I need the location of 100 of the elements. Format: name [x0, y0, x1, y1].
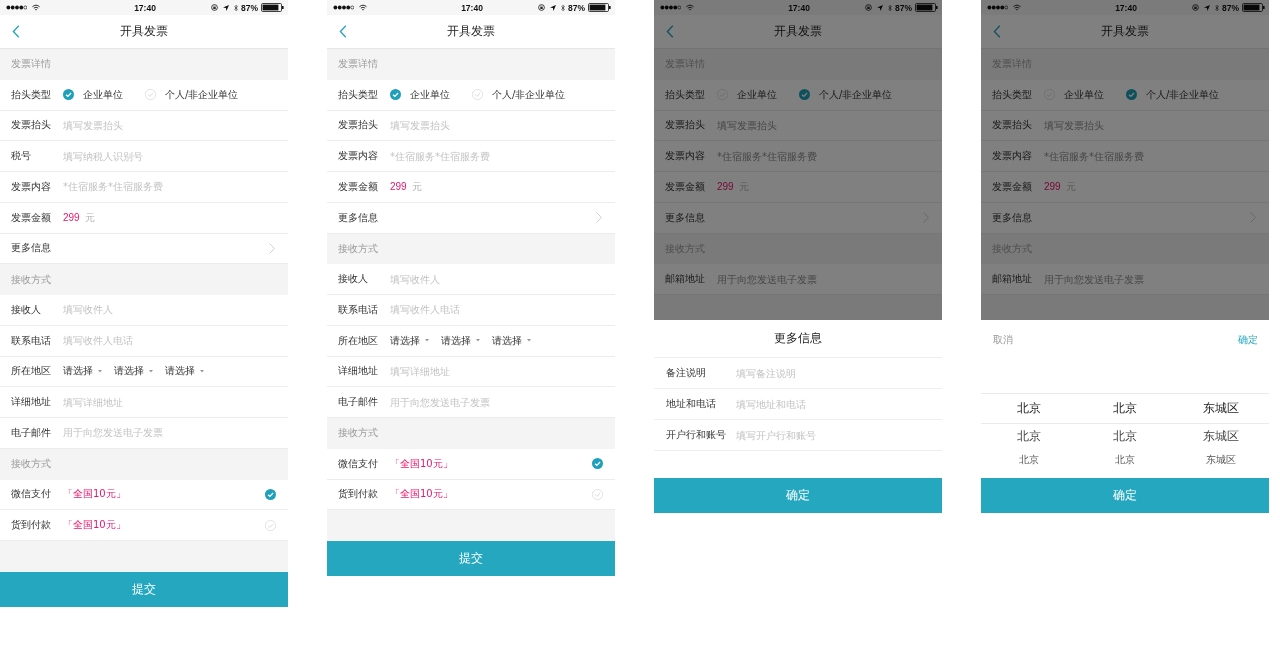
status-time: 17:40 — [461, 2, 483, 13]
field-label: 邮箱地址 — [992, 272, 1033, 287]
radio-option[interactable]: 企业单位 — [390, 87, 450, 102]
bluetooth-icon — [888, 3, 892, 12]
shipping-fee: 「全国10元」 — [390, 487, 453, 502]
section-header: 发票详情 — [327, 49, 615, 80]
rotation-lock-icon — [538, 4, 545, 11]
status-time: 17:40 — [1115, 2, 1137, 13]
dropdown[interactable]: 请选择 — [492, 333, 531, 348]
battery-percent: 87% — [1222, 2, 1239, 13]
picker-option[interactable]: 北京 — [1115, 453, 1135, 467]
page-title: 开具发票 — [120, 23, 168, 40]
signal-icon — [987, 5, 1008, 10]
field-label: 接收人 — [338, 272, 369, 287]
radio-option[interactable]: 个人/非企业单位 — [1126, 87, 1220, 102]
shipping-fee: 「全国10元」 — [390, 456, 453, 471]
field-label: 税号 — [11, 149, 32, 164]
dropdown[interactable]: 请选择 — [390, 333, 429, 348]
amount-value: 299 — [390, 181, 407, 193]
field-label: 微信支付 — [338, 456, 379, 471]
check-circle-icon[interactable] — [265, 519, 276, 531]
field-label: 发票金额 — [992, 179, 1033, 194]
back-icon[interactable] — [339, 25, 347, 38]
picker-option[interactable]: 东城区 — [1206, 453, 1236, 467]
signal-icon — [333, 5, 354, 10]
field-label: 发票金额 — [11, 210, 52, 225]
rotation-lock-icon — [1192, 4, 1199, 11]
field-label: 地址和电话 — [666, 397, 717, 411]
field-label: 所在地区 — [11, 364, 52, 379]
field-label: 货到付款 — [338, 487, 379, 502]
battery-icon — [1242, 3, 1265, 12]
chevron-right-icon[interactable] — [923, 212, 929, 224]
picker-option[interactable]: 东城区 — [1203, 427, 1239, 445]
chevron-right-icon[interactable] — [269, 242, 275, 254]
field-label: 发票内容 — [665, 149, 706, 164]
field-label: 详细地址 — [11, 395, 52, 410]
location-arrow-icon — [223, 4, 229, 11]
dropdown[interactable]: 请选择 — [63, 364, 102, 379]
page-title: 开具发票 — [1101, 23, 1149, 40]
dropdown[interactable]: 请选择 — [114, 364, 153, 379]
field-label: 抬头类型 — [665, 87, 706, 102]
location-arrow-icon — [877, 4, 883, 11]
check-circle-icon[interactable] — [265, 488, 276, 500]
shipping-fee: 「全国10元」 — [63, 487, 126, 502]
field-label: 抬头类型 — [11, 87, 52, 102]
section-header: 接收方式 — [0, 448, 288, 480]
field-label: 联系电话 — [338, 302, 379, 317]
signal-icon — [6, 5, 27, 10]
battery-icon — [261, 3, 284, 12]
wifi-icon — [359, 4, 367, 11]
field-label: 电子邮件 — [338, 395, 379, 410]
radio-option[interactable]: 个人/非企业单位 — [472, 87, 566, 102]
picker-option[interactable]: 东城区 — [1203, 400, 1239, 417]
field-label: 发票抬头 — [338, 118, 379, 133]
amount-value: 299 — [1044, 181, 1061, 193]
check-circle-icon[interactable] — [592, 458, 603, 470]
caret-icon — [476, 339, 480, 342]
section-header: 接收方式 — [327, 233, 615, 265]
field-label: 更多信息 — [992, 210, 1033, 225]
wifi-icon — [686, 4, 694, 11]
radio-option[interactable]: 企业单位 — [63, 87, 123, 102]
picker-option[interactable]: 北京 — [1017, 400, 1041, 417]
dropdown[interactable]: 请选择 — [165, 364, 204, 379]
chevron-right-icon[interactable] — [1250, 212, 1256, 224]
radio-option[interactable]: 企业单位 — [717, 87, 777, 102]
bluetooth-icon — [1215, 3, 1219, 12]
caret-icon — [149, 370, 153, 373]
picker-option[interactable]: 北京 — [1019, 453, 1039, 467]
location-arrow-icon — [1204, 4, 1210, 11]
amount-value: 299 — [717, 181, 734, 193]
location-arrow-icon — [550, 4, 556, 11]
caret-icon — [425, 339, 429, 342]
back-icon[interactable] — [666, 25, 674, 38]
bluetooth-icon — [561, 3, 565, 12]
battery-percent: 87% — [568, 2, 585, 13]
field-label: 电子邮件 — [11, 425, 52, 440]
field-label: 更多信息 — [11, 241, 52, 256]
check-circle-icon[interactable] — [592, 488, 603, 500]
picker-option[interactable]: 北京 — [1017, 427, 1041, 445]
back-icon[interactable] — [12, 25, 20, 38]
field-label: 发票金额 — [665, 179, 706, 194]
caret-icon — [200, 370, 204, 373]
radio-option[interactable]: 企业单位 — [1044, 87, 1104, 102]
radio-option[interactable]: 个人/非企业单位 — [145, 87, 239, 102]
caret-icon — [98, 370, 102, 373]
field-label: 发票内容 — [11, 179, 52, 194]
field-label: 抬头类型 — [338, 87, 379, 102]
battery-icon — [588, 3, 611, 12]
field-label: 微信支付 — [11, 487, 52, 502]
back-icon[interactable] — [993, 25, 1001, 38]
chevron-right-icon[interactable] — [596, 212, 602, 224]
field-label: 发票抬头 — [11, 118, 52, 133]
picker-option[interactable]: 北京 — [1113, 427, 1137, 445]
field-label: 发票金额 — [338, 179, 379, 194]
battery-percent: 87% — [241, 2, 258, 13]
rotation-lock-icon — [865, 4, 872, 11]
picker-option[interactable]: 北京 — [1113, 400, 1137, 417]
dropdown[interactable]: 请选择 — [441, 333, 480, 348]
field-label: 抬头类型 — [992, 87, 1033, 102]
radio-option[interactable]: 个人/非企业单位 — [799, 87, 893, 102]
